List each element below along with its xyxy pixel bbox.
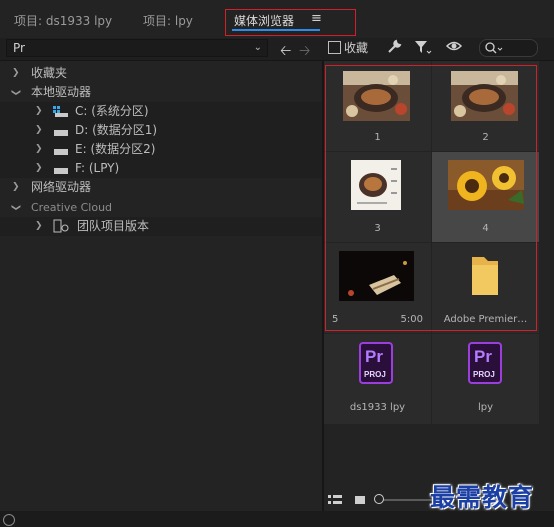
tab-project-lpy[interactable]: 项目: lpy xyxy=(143,12,193,29)
pr-glyph: Pr xyxy=(365,347,383,366)
tree-label: 本地驱动器 xyxy=(31,85,92,99)
tree-label: F: (LPY) xyxy=(75,161,120,175)
collapse-chevron-icon[interactable]: ❯ xyxy=(35,217,43,236)
video-thumbnail xyxy=(339,251,414,301)
expand-chevron-icon[interactable]: ❯ xyxy=(5,204,24,212)
media-item-label: ds1933 lpy xyxy=(349,402,406,413)
team-project-icon xyxy=(53,219,69,233)
tree-item-drive-f[interactable]: ❯ F: (LPY) xyxy=(0,159,322,178)
list-view-icon[interactable] xyxy=(328,495,342,506)
tree-item-favorites[interactable]: ❯ 收藏夹 xyxy=(0,64,322,83)
drive-icon xyxy=(54,130,68,136)
panel-tab-bar: 项目: ds1933 lpy 项目: lpy 媒体浏览器 ≡ xyxy=(0,0,554,38)
pr-glyph: Pr xyxy=(474,347,492,366)
tree-item-network-drives[interactable]: ❯ 网络驱动器 xyxy=(0,178,322,197)
folder-icon xyxy=(472,257,498,295)
favorites-label: 收藏 xyxy=(344,41,369,55)
search-icon xyxy=(485,42,503,54)
premiere-project-icon: Pr PROJ xyxy=(468,342,502,384)
windows-drive-icon xyxy=(53,106,68,117)
watermark-logo: 最需教育 xyxy=(430,483,535,512)
media-item-label: 4 xyxy=(482,223,489,234)
wrench-icon[interactable] xyxy=(386,39,402,55)
tree-label: 收藏夹 xyxy=(31,66,68,80)
proj-glyph: PROJ xyxy=(473,370,495,379)
location-tree: ❯ 收藏夹 ❯ 本地驱动器 ❯ C: (系统分区) ❯ D: (数据分区1) ❯… xyxy=(0,61,322,511)
drive-icon xyxy=(54,168,68,174)
collapse-chevron-icon[interactable]: ❯ xyxy=(35,121,43,140)
media-item-label: lpy xyxy=(477,402,494,413)
tree-item-drive-d[interactable]: ❯ D: (数据分区1) xyxy=(0,121,322,140)
collapse-chevron-icon[interactable]: ❯ xyxy=(12,178,20,197)
collapse-chevron-icon[interactable]: ❯ xyxy=(35,159,43,178)
media-item-label: 3 xyxy=(374,223,381,234)
media-item-project[interactable]: Pr PROJ ds1933 lpy xyxy=(324,334,431,424)
media-item[interactable]: 3 xyxy=(324,152,431,242)
media-item[interactable]: 1 xyxy=(324,61,431,151)
tree-label: Creative Cloud xyxy=(31,201,113,214)
video-duration: 5:00 xyxy=(400,314,423,325)
favorites-checkbox[interactable] xyxy=(328,41,341,54)
premiere-project-icon: Pr PROJ xyxy=(359,342,393,384)
food-thumbnail xyxy=(343,71,410,121)
zoom-slider-handle[interactable] xyxy=(374,494,384,504)
media-item-label: 1 xyxy=(374,132,381,143)
eye-icon[interactable] xyxy=(446,39,464,55)
tree-item-creative-cloud[interactable]: ❯ Creative Cloud xyxy=(0,198,322,217)
path-dropdown[interactable]: Pr ⌄ xyxy=(6,39,268,57)
tree-label: 团队项目版本 xyxy=(77,219,150,233)
icon-view-icon[interactable] xyxy=(354,495,366,506)
expand-chevron-icon[interactable]: ❯ xyxy=(5,89,24,97)
tree-label: C: (系统分区) xyxy=(75,104,149,118)
search-field[interactable] xyxy=(479,39,538,57)
chevron-down-icon: ⌄ xyxy=(253,42,262,53)
collapse-chevron-icon[interactable]: ❯ xyxy=(35,102,43,121)
tree-label: D: (数据分区1) xyxy=(75,123,158,137)
media-item-label: 5 xyxy=(332,314,339,325)
tab-project-ds1933[interactable]: 项目: ds1933 lpy xyxy=(14,12,112,29)
tab-highlight-box xyxy=(225,9,356,36)
tree-label: 网络驱动器 xyxy=(31,180,92,194)
path-value: Pr xyxy=(13,41,25,55)
media-item[interactable]: 2 xyxy=(432,61,539,151)
tree-item-team-projects[interactable]: ❯ 团队项目版本 xyxy=(0,217,322,236)
media-browser-toolbar: Pr ⌄ 🡠 🡢 收藏 xyxy=(0,38,554,61)
media-item-project[interactable]: Pr PROJ lpy xyxy=(432,334,539,424)
media-item-selected[interactable]: 4 xyxy=(432,152,539,242)
tree-label: E: (数据分区2) xyxy=(75,142,156,156)
food-thumbnail xyxy=(451,71,518,121)
drive-icon xyxy=(54,149,68,155)
media-item-label: Adobe Premier… xyxy=(443,314,528,325)
media-grid: 1 2 3 4 5 5:00 Adobe Premier… Pr PROJ ds… xyxy=(324,61,554,491)
document-thumbnail xyxy=(351,160,401,210)
tree-item-drive-c[interactable]: ❯ C: (系统分区) xyxy=(0,102,322,121)
media-item-label: 2 xyxy=(482,132,489,143)
tree-item-local-drives[interactable]: ❯ 本地驱动器 xyxy=(0,83,322,102)
sunflower-thumbnail xyxy=(448,160,524,210)
proj-glyph: PROJ xyxy=(364,370,386,379)
status-icon xyxy=(3,514,15,526)
media-item[interactable]: 5 5:00 xyxy=(324,243,431,333)
tree-item-drive-e[interactable]: ❯ E: (数据分区2) xyxy=(0,140,322,159)
collapse-chevron-icon[interactable]: ❯ xyxy=(12,64,20,83)
media-item-folder[interactable]: Adobe Premier… xyxy=(432,243,539,333)
filter-icon[interactable] xyxy=(414,39,432,55)
collapse-chevron-icon[interactable]: ❯ xyxy=(35,140,43,159)
